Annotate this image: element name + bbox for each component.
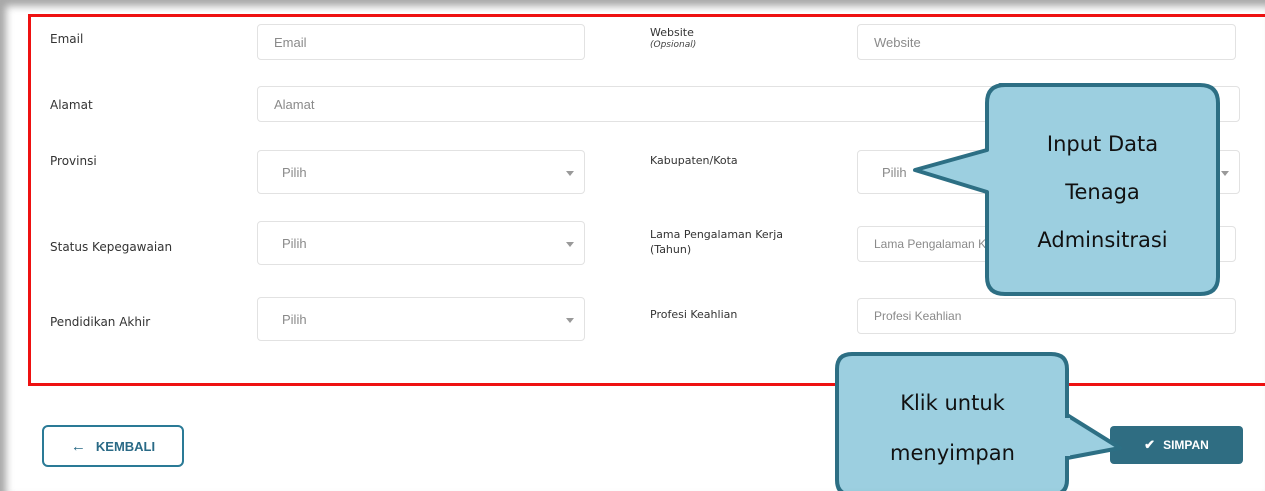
website-label-text: Website <box>650 26 694 39</box>
website-field[interactable]: Website <box>857 24 1236 60</box>
save-callout-line2: menyimpan <box>890 441 1015 465</box>
website-optional-note: (Opsional) <box>650 40 697 50</box>
alamat-field[interactable]: Alamat <box>257 86 1240 122</box>
pendidikan-label: Pendidikan Akhir <box>50 315 151 329</box>
input-callout-line1: Input Data <box>1046 132 1159 156</box>
input-callout-line3: Adminsitrasi <box>1037 228 1168 252</box>
arrow-left-icon: ← <box>70 437 86 455</box>
status-label: Status Kepegawaian <box>50 240 173 254</box>
provinsi-label: Provinsi <box>50 154 97 168</box>
lama-label-line2: (Tahun) <box>650 243 692 256</box>
pendidikan-value: Pilih <box>282 311 307 327</box>
check-icon: ✔ <box>1144 437 1156 452</box>
kabupaten-value: Pilih <box>882 164 907 180</box>
save-callout-text: Klik untuk menyimpan <box>840 378 1065 478</box>
pendidikan-select[interactable]: Pilih <box>257 297 585 341</box>
save-callout-line1: Klik untuk <box>900 391 1005 415</box>
save-button-label: SIMPAN <box>1163 438 1209 452</box>
provinsi-value: Pilih <box>282 164 307 180</box>
lama-label-line1: Lama Pengalaman Kerja <box>650 228 783 241</box>
profesi-label: Profesi Keahlian <box>650 308 738 321</box>
chevron-down-icon <box>1221 171 1229 176</box>
chevron-down-icon <box>566 242 574 247</box>
chevron-down-icon <box>566 318 574 323</box>
alamat-label: Alamat <box>50 98 93 112</box>
profesi-placeholder: Profesi Keahlian <box>874 309 962 323</box>
input-callout-line2: Tenaga <box>1065 180 1140 204</box>
status-select[interactable]: Pilih <box>257 221 585 265</box>
chevron-down-icon <box>566 171 574 176</box>
back-button-label: KEMBALI <box>95 438 156 454</box>
lama-label: Lama Pengalaman Kerja (Tahun) <box>650 227 783 257</box>
kabupaten-label: Kabupaten/Kota <box>650 154 738 167</box>
website-label: Website (Opsional) <box>650 26 696 50</box>
status-value: Pilih <box>282 235 307 251</box>
lama-placeholder: Lama Pengalaman Kerja <box>874 237 1007 251</box>
email-label: Email <box>50 32 84 46</box>
alamat-placeholder: Alamat <box>274 96 315 112</box>
profesi-field[interactable]: Profesi Keahlian <box>857 298 1236 334</box>
input-callout-text: Input Data Tenaga Adminsitrasi <box>1000 120 1205 264</box>
provinsi-select[interactable]: Pilih <box>257 150 585 194</box>
back-button[interactable]: ← KEMBALI <box>42 425 184 467</box>
save-button[interactable]: ✔ SIMPAN <box>1110 426 1243 464</box>
email-field[interactable]: Email <box>257 24 585 60</box>
website-placeholder: Website <box>874 34 921 50</box>
email-placeholder: Email <box>274 34 307 50</box>
